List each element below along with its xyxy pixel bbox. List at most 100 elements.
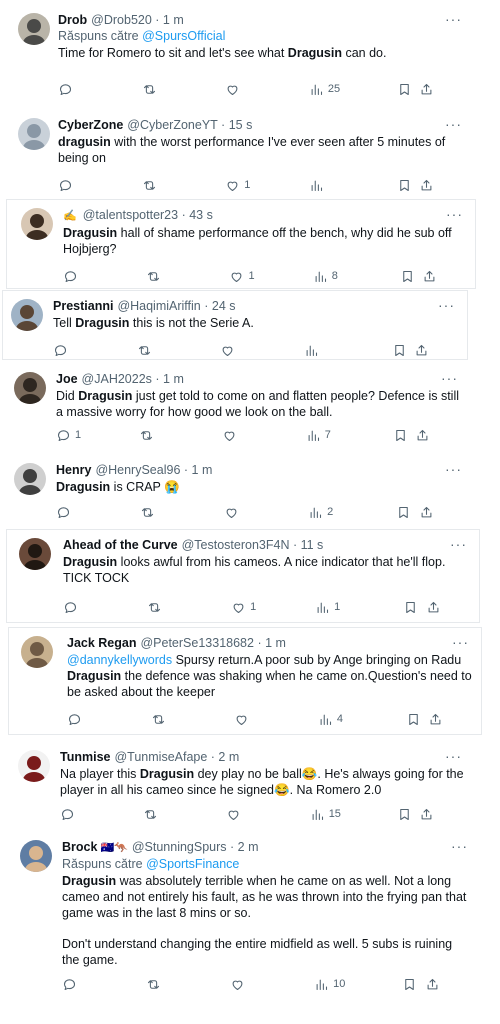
avatar[interactable] bbox=[20, 840, 52, 872]
avatar[interactable] bbox=[21, 208, 53, 240]
reply-to-link[interactable]: @SpursOfficial bbox=[142, 29, 225, 43]
tweet[interactable]: Prestianni @HaqimiAriffin · 24 s ··· Tell D… bbox=[2, 290, 468, 360]
author-handle[interactable]: @Testosteron3F4N bbox=[182, 538, 290, 552]
reply-button[interactable] bbox=[67, 710, 82, 728]
share-button[interactable] bbox=[414, 341, 429, 359]
share-button[interactable] bbox=[428, 710, 443, 728]
bookmark-button[interactable] bbox=[397, 176, 412, 194]
views-button[interactable] bbox=[304, 341, 319, 359]
author-name[interactable]: Ahead of the Curve bbox=[63, 538, 178, 552]
views-button[interactable]: 7 bbox=[306, 426, 331, 444]
author-handle[interactable]: @TunmiseAfape bbox=[114, 750, 207, 764]
avatar[interactable] bbox=[11, 299, 43, 331]
avatar[interactable] bbox=[21, 636, 53, 668]
author-handle[interactable]: @HaqimiAriffin bbox=[117, 299, 200, 313]
retweet-button[interactable] bbox=[137, 341, 152, 359]
mention-link[interactable]: @dannykellywords bbox=[67, 653, 172, 667]
bookmark-button[interactable] bbox=[400, 267, 415, 285]
more-icon[interactable]: ··· bbox=[452, 635, 469, 649]
author-name[interactable]: Joe bbox=[56, 372, 78, 386]
author-handle[interactable]: @JAH2022s bbox=[82, 372, 152, 386]
views-button[interactable] bbox=[309, 176, 324, 194]
avatar[interactable] bbox=[14, 463, 46, 495]
bookmark-button[interactable] bbox=[396, 503, 411, 521]
retweet-button[interactable] bbox=[142, 176, 157, 194]
more-icon[interactable]: ··· bbox=[450, 537, 467, 551]
author-name[interactable]: Drob bbox=[58, 13, 87, 27]
like-button[interactable] bbox=[225, 80, 240, 98]
retweet-button[interactable] bbox=[146, 975, 161, 993]
more-icon[interactable]: ··· bbox=[445, 12, 462, 26]
views-button[interactable]: 2 bbox=[308, 503, 333, 521]
more-icon[interactable]: ··· bbox=[445, 117, 462, 131]
timestamp[interactable]: 43 s bbox=[189, 208, 213, 222]
author-handle[interactable]: @PeterSe13318682 bbox=[140, 636, 253, 650]
timestamp[interactable]: 2 m bbox=[218, 750, 239, 764]
views-button[interactable]: 4 bbox=[318, 710, 343, 728]
share-button[interactable] bbox=[422, 267, 437, 285]
retweet-button[interactable] bbox=[151, 710, 166, 728]
reply-button[interactable] bbox=[62, 975, 77, 993]
tweet[interactable]: CyberZone @CyberZoneYT · 15 s ··· dragusin … bbox=[4, 110, 474, 198]
share-button[interactable] bbox=[426, 598, 441, 616]
like-button[interactable] bbox=[230, 975, 245, 993]
author-name[interactable]: Henry bbox=[56, 463, 91, 477]
tweet[interactable]: Brock 🇦🇺🦘 @StunningSpurs · 2 m ··· Răspuns c… bbox=[6, 832, 480, 1002]
views-button[interactable]: 15 bbox=[310, 805, 341, 823]
timestamp[interactable]: 24 s bbox=[212, 299, 236, 313]
tweet[interactable]: Ahead of the Curve @Testosteron3F4N · 11 … bbox=[6, 529, 480, 623]
timestamp[interactable]: 1 m bbox=[265, 636, 286, 650]
bookmark-button[interactable] bbox=[406, 710, 421, 728]
tweet[interactable]: Joe @JAH2022s · 1 m ··· Did Dragusin just g… bbox=[4, 364, 470, 450]
author-name[interactable]: Brock bbox=[62, 840, 97, 854]
reply-button[interactable] bbox=[63, 267, 78, 285]
views-button[interactable]: 10 bbox=[314, 975, 345, 993]
avatar[interactable] bbox=[18, 13, 50, 45]
timestamp[interactable]: 1 m bbox=[163, 372, 184, 386]
author-handle[interactable]: @HenrySeal96 bbox=[95, 463, 180, 477]
retweet-button[interactable] bbox=[143, 805, 158, 823]
like-button[interactable] bbox=[224, 503, 239, 521]
views-button[interactable]: 8 bbox=[313, 267, 338, 285]
share-button[interactable] bbox=[419, 176, 434, 194]
reply-button[interactable] bbox=[63, 598, 78, 616]
reply-button[interactable] bbox=[58, 80, 73, 98]
timestamp[interactable]: 1 m bbox=[192, 463, 213, 477]
author-name[interactable]: Jack Regan bbox=[67, 636, 136, 650]
avatar[interactable] bbox=[14, 372, 46, 404]
reply-button[interactable] bbox=[58, 176, 73, 194]
author-name[interactable]: Prestianni bbox=[53, 299, 113, 313]
like-button[interactable]: 1 bbox=[231, 598, 256, 616]
share-button[interactable] bbox=[419, 805, 434, 823]
retweet-button[interactable] bbox=[140, 503, 155, 521]
timestamp[interactable]: 2 m bbox=[238, 840, 259, 854]
retweet-button[interactable] bbox=[146, 267, 161, 285]
reply-button[interactable]: 1 bbox=[56, 426, 81, 444]
like-button[interactable]: 1 bbox=[229, 267, 255, 285]
bookmark-button[interactable] bbox=[397, 805, 412, 823]
more-icon[interactable]: ··· bbox=[445, 462, 462, 476]
bookmark-button[interactable] bbox=[397, 80, 412, 98]
reply-button[interactable] bbox=[53, 341, 68, 359]
tweet[interactable]: ✍ @talentspotter23 · 43 s ··· Dragusin hall… bbox=[6, 199, 476, 289]
like-button[interactable] bbox=[234, 710, 249, 728]
reply-button[interactable] bbox=[56, 503, 71, 521]
author-name[interactable]: CyberZone bbox=[58, 118, 123, 132]
share-button[interactable] bbox=[425, 975, 440, 993]
tweet[interactable]: Henry @HenrySeal96 · 1 m ··· Dragusin is CR… bbox=[4, 455, 474, 525]
avatar[interactable] bbox=[18, 750, 50, 782]
like-button[interactable]: 1 bbox=[225, 176, 250, 194]
more-icon[interactable]: ··· bbox=[445, 749, 462, 763]
timestamp[interactable]: 11 s bbox=[301, 538, 324, 552]
tweet[interactable]: Jack Regan @PeterSe13318682 · 1 m ··· @dann… bbox=[8, 627, 482, 735]
bookmark-button[interactable] bbox=[402, 975, 417, 993]
share-button[interactable] bbox=[415, 426, 430, 444]
retweet-button[interactable] bbox=[147, 598, 162, 616]
avatar[interactable] bbox=[18, 118, 50, 150]
bookmark-button[interactable] bbox=[403, 598, 418, 616]
more-icon[interactable]: ··· bbox=[446, 207, 463, 221]
more-icon[interactable]: ··· bbox=[438, 298, 455, 312]
tweet[interactable]: Drob @Drob520 · 1 m ··· Răspuns către @Spur… bbox=[4, 5, 474, 108]
avatar[interactable] bbox=[19, 538, 51, 570]
timestamp[interactable]: 15 s bbox=[229, 118, 253, 132]
